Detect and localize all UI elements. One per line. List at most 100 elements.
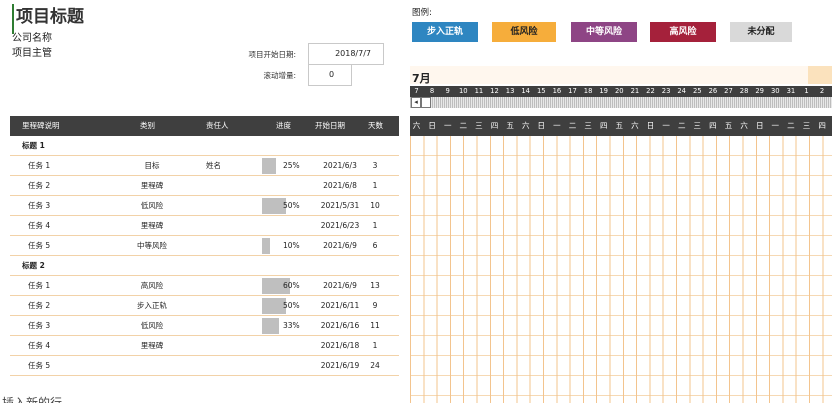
table-row[interactable]: 任务 3 低风险 33% 2021/6/16 11: [10, 316, 399, 336]
company-name[interactable]: 公司名称: [12, 29, 52, 44]
month-label: 7月: [412, 72, 431, 85]
legend-item: 高风险: [650, 22, 716, 42]
table-row[interactable]: 任务 4 里程碑 2021/6/18 1: [10, 336, 399, 356]
task-category: 步入正轨: [137, 301, 167, 310]
day-number: 14: [521, 87, 531, 95]
weekday-label: 四: [599, 121, 608, 130]
day-number: 18: [583, 87, 593, 95]
next-month-band: [808, 66, 832, 84]
task-category: 目标: [144, 161, 160, 170]
day-number: 22: [646, 87, 655, 95]
task-category: 高风险: [140, 281, 164, 290]
task-owner: 姓名: [206, 161, 221, 170]
day-number: 27: [724, 87, 733, 95]
legend-item: 低风险: [492, 22, 556, 42]
task-name: 任务 5: [28, 361, 51, 370]
table-row[interactable]: 任务 3 低风险 50% 2021/5/31 10: [10, 196, 399, 216]
task-days: 24: [370, 361, 380, 370]
col-category: 类别: [140, 121, 155, 130]
day-number: 29: [755, 87, 765, 95]
col-days: 天数: [368, 121, 383, 130]
task-progress: 33%: [283, 321, 300, 330]
timeline-scrollbar[interactable]: [410, 97, 832, 108]
weekday-row: 六日一二三四五六日一二三四五六日一二三四五六日一二三四: [410, 116, 832, 136]
day-number: 7: [414, 87, 419, 95]
task-name: 任务 1: [28, 161, 51, 170]
task-start-date: 2021/6/9: [323, 281, 357, 290]
day-number: 16: [552, 87, 562, 95]
task-start-date: 2021/6/19: [320, 361, 360, 370]
task-name: 任务 4: [28, 221, 51, 230]
table-row[interactable]: 任务 2 里程碑 2021/6/8 1: [10, 176, 399, 196]
table-row[interactable]: 任务 5 2021/6/19 24: [10, 356, 399, 376]
day-number: 31: [786, 87, 796, 95]
task-days: 13: [370, 281, 380, 290]
task-category: 低风险: [140, 201, 164, 210]
day-number: 17: [568, 87, 577, 95]
legend-item: 步入正轨: [412, 22, 478, 42]
table-row[interactable]: 任务 2 步入正轨 50% 2021/6/11 9: [10, 296, 399, 316]
task-category: 中等风险: [137, 241, 167, 250]
day-number: 26: [708, 87, 718, 95]
task-category: 低风险: [140, 321, 164, 330]
scroll-thumb[interactable]: [421, 97, 431, 108]
insert-rows-hint: 插入新的行...: [2, 396, 74, 403]
task-name: 任务 3: [28, 321, 51, 330]
table-header: 里程碑说明 类别 责任人 进度 开始日期 天数: [10, 116, 399, 136]
col-owner: 责任人: [206, 121, 229, 130]
task-progress: 50%: [283, 201, 300, 210]
day-number: 19: [599, 87, 609, 95]
weekday-label: 日: [537, 121, 546, 130]
weekday-label: 六: [740, 121, 748, 130]
day-number: 12: [490, 87, 499, 95]
task-start-date: 2021/6/9: [323, 241, 357, 250]
day-number: 20: [614, 87, 624, 95]
progress-bar: [262, 238, 270, 254]
day-number: 15: [536, 87, 546, 95]
weekday-label: 四: [818, 121, 826, 130]
group-row[interactable]: 标题 1: [10, 136, 399, 156]
weekday-label: 五: [724, 121, 733, 130]
weekday-label: 二: [459, 121, 468, 130]
weekday-label: 二: [568, 121, 577, 130]
weekday-label: 六: [412, 121, 421, 130]
weekday-label: 五: [615, 121, 624, 130]
weekday-label: 六: [521, 121, 530, 130]
weekday-label: 六: [631, 121, 639, 130]
day-number: 11: [474, 87, 484, 95]
scroll-left-button[interactable]: ◂: [411, 97, 421, 108]
table-row[interactable]: 任务 4 里程碑 2021/6/23 1: [10, 216, 399, 236]
task-name: 任务 2: [28, 181, 51, 190]
scroll-increment-input[interactable]: 0: [308, 64, 352, 86]
project-manager[interactable]: 项目主管: [12, 44, 52, 59]
task-progress: 60%: [283, 281, 300, 290]
task-name: 任务 3: [28, 201, 51, 210]
task-start-date: 2021/6/8: [323, 181, 357, 190]
weekday-label: 四: [490, 121, 499, 130]
task-days: 1: [372, 221, 378, 230]
weekday-label: 一: [443, 121, 452, 130]
task-name: 任务 2: [28, 301, 51, 310]
day-number: 10: [458, 87, 468, 95]
weekday-label: 一: [553, 121, 561, 130]
group-title: 标题 1: [22, 141, 45, 150]
weekday-label: 三: [584, 121, 592, 130]
progress-bar: [262, 318, 280, 334]
weekday-label: 日: [428, 121, 436, 130]
legend-title: 图例:: [412, 8, 432, 18]
day-number: 23: [661, 87, 671, 95]
task-days: 6: [372, 241, 378, 250]
gantt-grid: [410, 136, 832, 403]
table-row[interactable]: 任务 1 高风险 60% 2021/6/9 13: [10, 276, 399, 296]
project-title[interactable]: 项目标题: [16, 2, 84, 27]
month-band: [410, 66, 832, 84]
task-days: 1: [372, 181, 378, 190]
progress-bar: [262, 158, 276, 174]
table-row[interactable]: 任务 1 目标 姓名 25% 2021/6/3 3: [10, 156, 399, 176]
col-start-date: 开始日期: [315, 121, 345, 130]
task-start-date: 2021/6/16: [320, 321, 360, 330]
start-date-input[interactable]: 2018/7/7: [308, 43, 384, 65]
scroll-increment-label: 滚动增量:: [263, 71, 296, 80]
table-row[interactable]: 任务 5 中等风险 10% 2021/6/9 6: [10, 236, 399, 256]
group-row[interactable]: 标题 2: [10, 256, 399, 276]
